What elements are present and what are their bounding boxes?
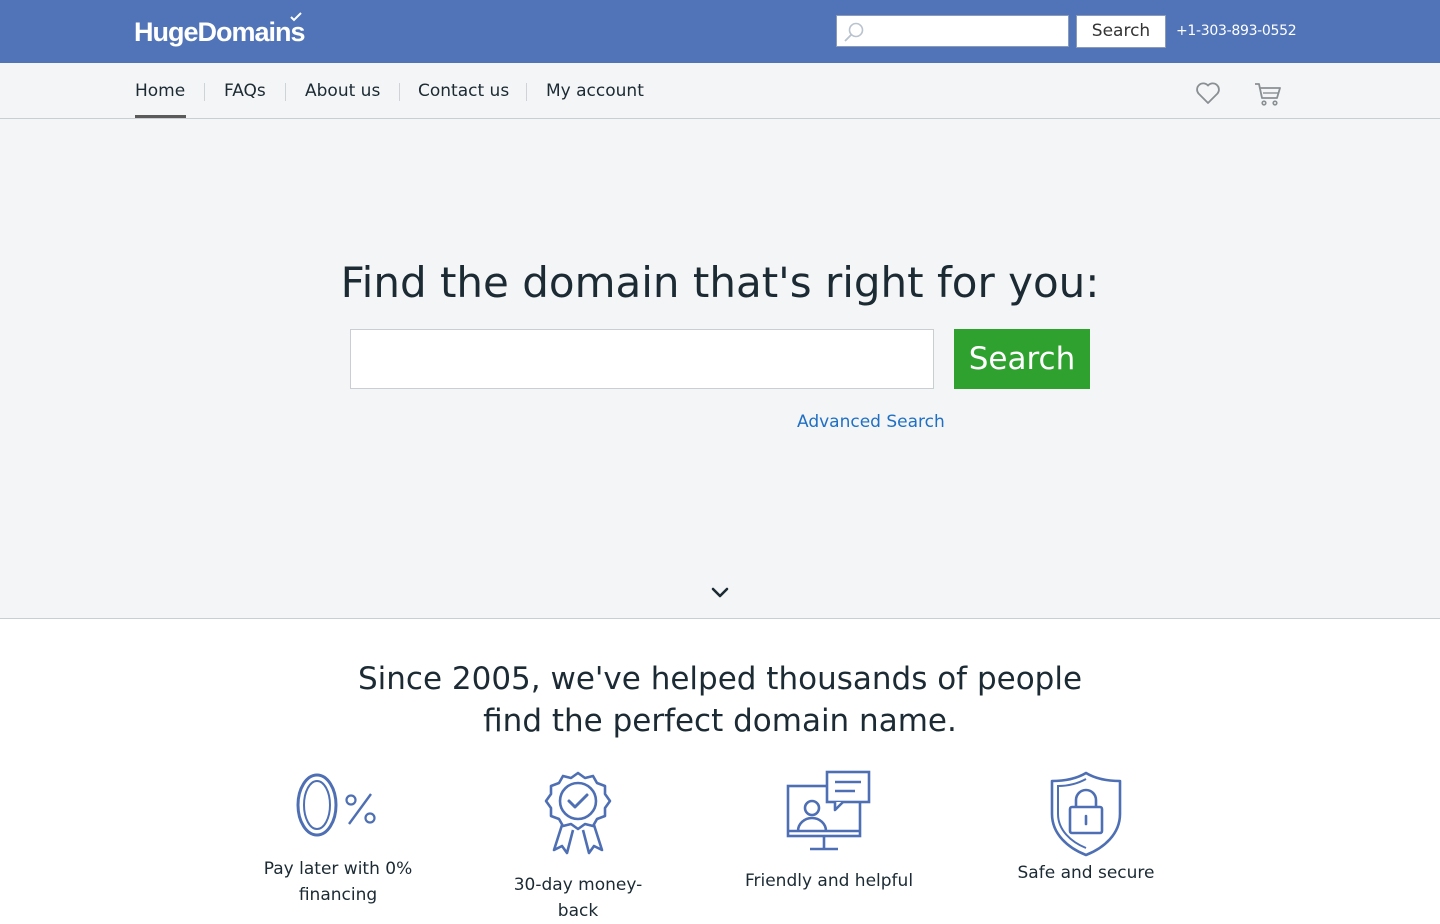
- nav-item-faqs[interactable]: FAQs: [224, 78, 266, 104]
- domain-search-field[interactable]: [350, 329, 934, 389]
- nav-bar: Home FAQs About us Contact us My account: [0, 63, 1440, 119]
- intro-line-1: Since 2005, we've helped thousands of pe…: [357, 661, 1083, 697]
- nav-item-about-us[interactable]: About us: [305, 78, 380, 104]
- feature-label: Pay later with 0%: [263, 859, 413, 879]
- logo-text: HugeDomains: [134, 17, 306, 47]
- hero-section: Find the domain that's right for you: Se…: [0, 119, 1440, 619]
- nav-item-contact-us[interactable]: Contact us: [418, 78, 509, 104]
- feature-label: Friendly and helpful: [744, 871, 914, 891]
- feature-financing: Pay later with 0% financing: [258, 770, 418, 908]
- domain-search-input[interactable]: [351, 330, 933, 388]
- phone-number[interactable]: +1-303-893-0552: [1176, 20, 1297, 42]
- feature-label: Safe and secure: [1017, 863, 1155, 883]
- feature-money-back: 30-day money-back: [498, 770, 658, 924]
- nav-divider: [399, 83, 400, 101]
- search-icon: [844, 22, 864, 42]
- intro-heading: Since 2005, we've helped thousands of pe…: [0, 658, 1440, 742]
- header-search-input[interactable]: [867, 16, 1069, 48]
- nav-item-home[interactable]: Home: [135, 78, 185, 104]
- cart-icon[interactable]: [1254, 81, 1282, 107]
- header-search-field[interactable]: [836, 15, 1069, 48]
- support-monitor-icon: [786, 770, 871, 851]
- active-nav-indicator: [135, 115, 186, 118]
- nav-divider: [285, 83, 286, 101]
- shield-lock-icon: [1050, 771, 1122, 857]
- chevron-down-icon[interactable]: [710, 586, 730, 600]
- header-search-button[interactable]: Search: [1076, 15, 1166, 48]
- logo-check-icon: [290, 12, 302, 22]
- feature-label-line-2: financing: [298, 885, 378, 905]
- zero-percent-icon: [296, 773, 376, 837]
- advanced-search-link[interactable]: Advanced Search: [797, 410, 945, 434]
- feature-support: Friendly and helpful: [739, 770, 919, 894]
- feature-secure: Safe and secure: [1006, 770, 1166, 886]
- award-ribbon-icon: [544, 771, 612, 855]
- heart-icon[interactable]: [1195, 81, 1221, 105]
- hero-title: Find the domain that's right for you:: [340, 258, 1100, 307]
- nav-divider: [204, 83, 205, 101]
- intro-line-2: find the perfect domain name.: [483, 703, 957, 739]
- domain-search-button[interactable]: Search: [954, 329, 1090, 389]
- nav-divider: [526, 83, 527, 101]
- top-bar: HugeDomains Search +1-303-893-0552: [0, 0, 1440, 63]
- nav-item-my-account[interactable]: My account: [546, 78, 644, 104]
- feature-label: 30-day money-back: [513, 875, 643, 921]
- logo[interactable]: HugeDomains: [134, 12, 306, 50]
